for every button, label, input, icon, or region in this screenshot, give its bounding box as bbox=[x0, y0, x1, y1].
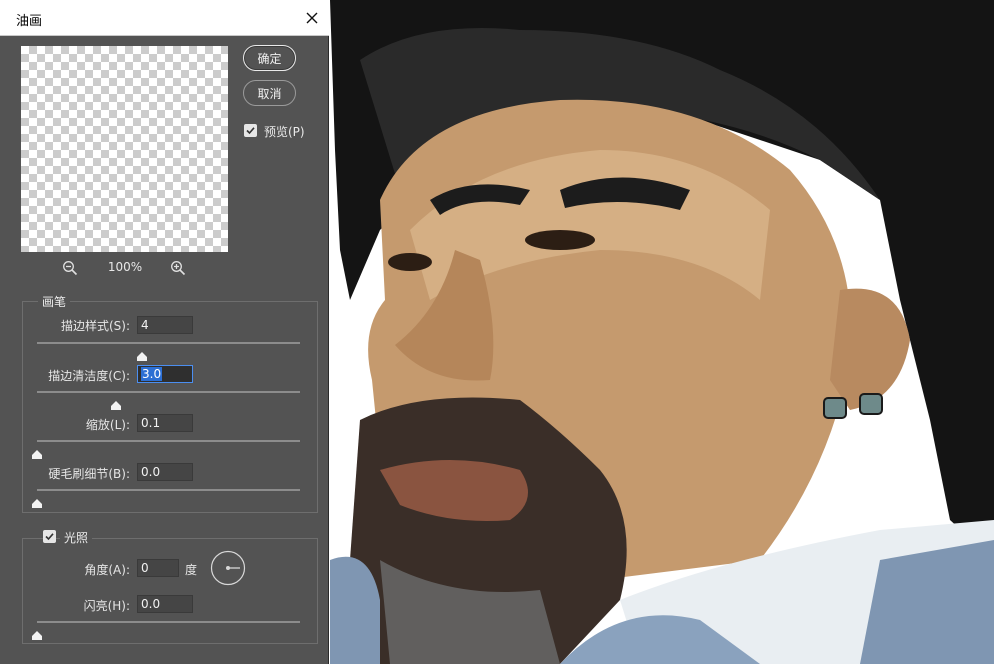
preview-checkbox-label: 预览(P) bbox=[264, 125, 305, 139]
lighting-group-title: 光照 bbox=[60, 529, 93, 546]
lighting-checkbox[interactable] bbox=[43, 530, 56, 543]
shine-input[interactable]: 0.0 bbox=[137, 595, 193, 613]
scale-input[interactable]: 0.1 bbox=[137, 414, 193, 432]
cleanliness-label: 描边清洁度(C): bbox=[48, 369, 130, 383]
bristle-detail-input[interactable]: 0.0 bbox=[137, 463, 193, 481]
shine-label: 闪亮(H): bbox=[83, 599, 130, 613]
scale-slider-track[interactable] bbox=[37, 440, 300, 442]
checkmark-icon bbox=[246, 127, 255, 135]
stylization-slider-track[interactable] bbox=[37, 342, 300, 344]
lighting-group bbox=[22, 538, 318, 644]
angle-dial[interactable] bbox=[210, 550, 246, 586]
scale-label: 缩放(L): bbox=[85, 418, 130, 432]
angle-unit: 度 bbox=[185, 563, 198, 577]
brush-group-title: 画笔 bbox=[38, 293, 71, 310]
scale-slider-thumb[interactable] bbox=[32, 444, 42, 459]
shine-slider-thumb[interactable] bbox=[32, 625, 42, 640]
angle-label: 角度(A): bbox=[84, 563, 130, 577]
checkmark-icon bbox=[45, 533, 54, 541]
zoom-out-icon[interactable] bbox=[62, 260, 78, 276]
angle-input[interactable]: 0 bbox=[137, 559, 179, 577]
cancel-button[interactable]: 取消 bbox=[243, 80, 296, 106]
zoom-in-icon[interactable] bbox=[170, 260, 186, 276]
preview-checkbox[interactable] bbox=[244, 124, 257, 137]
close-icon[interactable] bbox=[302, 8, 322, 28]
bristle-detail-label: 硬毛刷细节(B): bbox=[48, 467, 130, 481]
bristle-detail-slider-track[interactable] bbox=[37, 489, 300, 491]
bristle-detail-slider-thumb[interactable] bbox=[32, 493, 42, 508]
cleanliness-input[interactable]: 3.0 bbox=[137, 365, 193, 383]
preview-thumbnail[interactable] bbox=[21, 46, 228, 252]
cleanliness-slider-thumb[interactable] bbox=[110, 395, 121, 410]
zoom-level: 100% bbox=[107, 260, 143, 274]
dialog-title: 油画 bbox=[16, 14, 43, 29]
cleanliness-value: 3.0 bbox=[141, 367, 163, 381]
dialog-titlebar: 油画 bbox=[0, 0, 329, 36]
stylization-input[interactable]: 4 bbox=[137, 316, 193, 334]
oil-paint-dialog: 油画 100% 确定 取消 预览(P) 画笔 描边样式(S): 4 描边清洁度(… bbox=[0, 0, 329, 664]
stylization-label: 描边样式(S): bbox=[60, 319, 130, 333]
stylization-slider-thumb[interactable] bbox=[137, 346, 148, 361]
cleanliness-slider-track[interactable] bbox=[37, 391, 300, 393]
ok-button[interactable]: 确定 bbox=[243, 45, 296, 71]
shine-slider-track[interactable] bbox=[37, 621, 300, 623]
